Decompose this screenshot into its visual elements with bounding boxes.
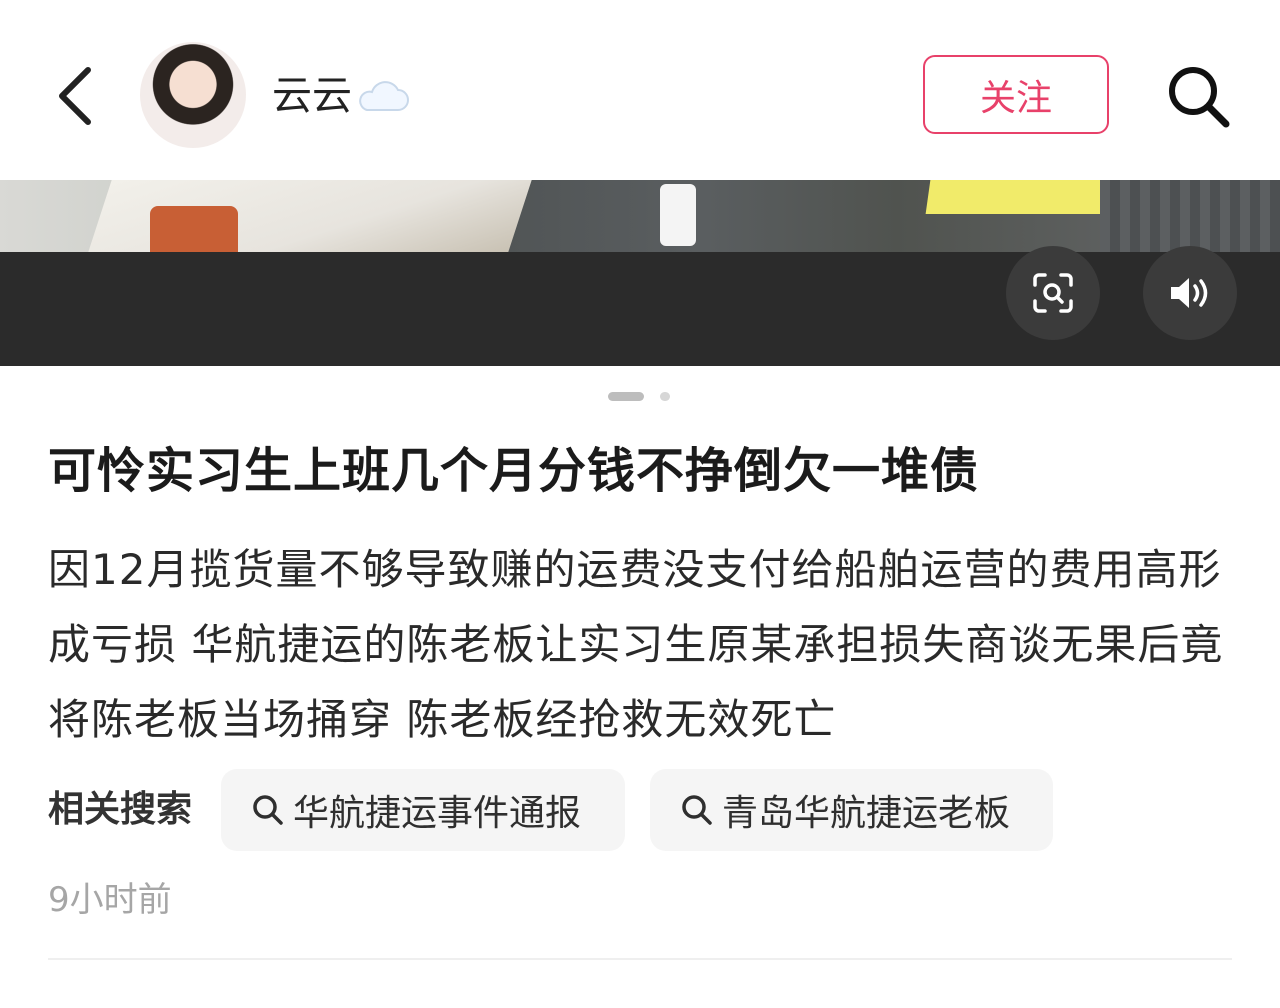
post-timestamp: 9小时前 bbox=[48, 880, 172, 920]
related-search-text: 华航捷运事件通报 bbox=[293, 793, 582, 834]
search-icon bbox=[253, 795, 283, 825]
follow-button[interactable]: 关注 bbox=[923, 55, 1109, 134]
video-player[interactable] bbox=[0, 180, 1280, 366]
scan-icon bbox=[1033, 273, 1073, 313]
related-search-chip[interactable]: 青岛华航捷运老板 bbox=[650, 769, 1053, 851]
related-search-label: 相关搜索 bbox=[48, 789, 193, 830]
search-icon bbox=[682, 795, 712, 825]
related-search-text: 青岛华航捷运老板 bbox=[722, 793, 1011, 834]
divider bbox=[48, 958, 1232, 960]
video-frame bbox=[0, 180, 1280, 252]
post-title: 可怜实习生上班几个月分钱不挣倒欠一堆债 bbox=[48, 443, 980, 499]
sound-button[interactable] bbox=[1143, 246, 1237, 340]
search-icon[interactable] bbox=[1164, 62, 1234, 132]
volume-icon bbox=[1171, 278, 1208, 308]
related-search-chip[interactable]: 华航捷运事件通报 bbox=[221, 769, 625, 851]
post-body: 因12月揽货量不够导致赚的运费没支付给船舶运营的费用高形成亏损 华航捷运的陈老板… bbox=[48, 545, 1224, 744]
avatar[interactable] bbox=[140, 42, 246, 148]
author-name[interactable]: 云云 bbox=[272, 68, 352, 124]
scan-button[interactable] bbox=[1006, 246, 1100, 340]
top-bar: 云云 关注 bbox=[0, 0, 1280, 180]
cloud-icon bbox=[359, 81, 409, 111]
chevron-left-icon[interactable] bbox=[48, 60, 108, 132]
carousel-dot-active bbox=[608, 392, 644, 401]
carousel-dot bbox=[660, 392, 670, 401]
